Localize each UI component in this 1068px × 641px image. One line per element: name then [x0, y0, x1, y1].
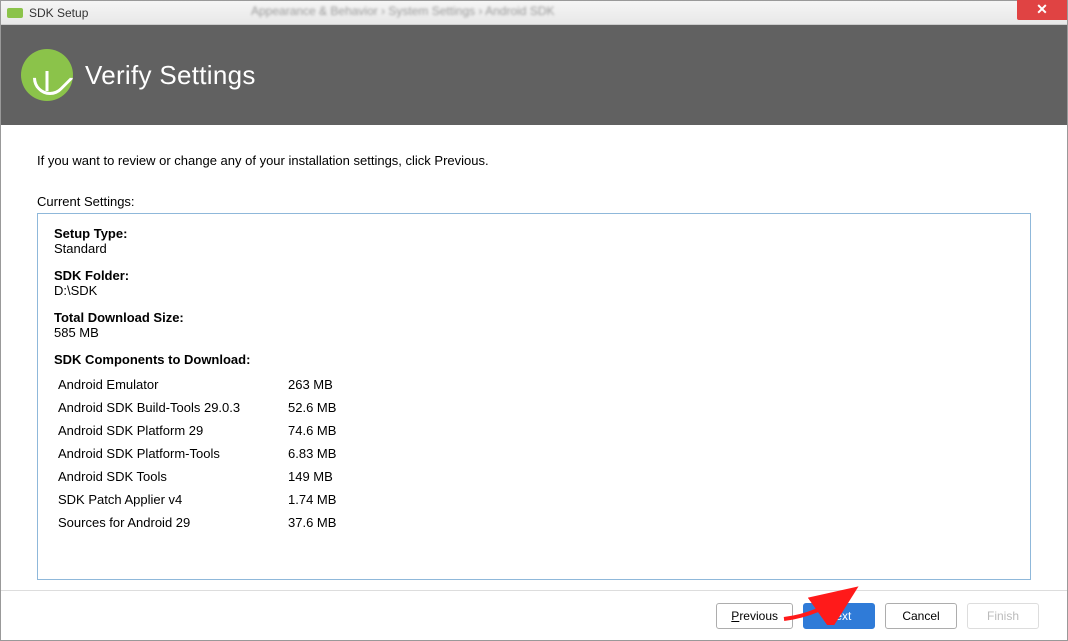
table-row: Android SDK Tools149 MB: [54, 465, 344, 488]
table-row: Sources for Android 2937.6 MB: [54, 511, 344, 534]
instruction-text: If you want to review or change any of y…: [37, 153, 1031, 168]
android-studio-logo-icon: [21, 49, 73, 101]
component-size: 37.6 MB: [284, 511, 344, 534]
close-button[interactable]: ✕: [1017, 0, 1067, 20]
settings-box[interactable]: Setup Type: Standard SDK Folder: D:\SDK …: [37, 213, 1031, 580]
page-title: Verify Settings: [85, 60, 256, 91]
titlebar: SDK Setup Appearance & Behavior › System…: [1, 1, 1067, 25]
table-row: Android SDK Platform-Tools6.83 MB: [54, 442, 344, 465]
table-row: Android Emulator263 MB: [54, 373, 344, 396]
component-name: Android SDK Platform-Tools: [54, 442, 284, 465]
next-button[interactable]: Next: [803, 603, 875, 629]
sdk-folder-value: D:\SDK: [54, 283, 1014, 298]
component-name: Android SDK Build-Tools 29.0.3: [54, 396, 284, 419]
header-bar: Verify Settings: [1, 25, 1067, 125]
previous-button[interactable]: Previous: [716, 603, 793, 629]
finish-button: Finish: [967, 603, 1039, 629]
content-area: If you want to review or change any of y…: [1, 125, 1067, 590]
component-size: 74.6 MB: [284, 419, 344, 442]
footer-buttons: Previous Next Cancel Finish: [1, 590, 1067, 640]
setup-type-label: Setup Type:: [54, 226, 1014, 241]
download-size-label: Total Download Size:: [54, 310, 1014, 325]
component-name: SDK Patch Applier v4: [54, 488, 284, 511]
table-row: SDK Patch Applier v41.74 MB: [54, 488, 344, 511]
setup-type-value: Standard: [54, 241, 1014, 256]
download-size-value: 585 MB: [54, 325, 1014, 340]
component-size: 1.74 MB: [284, 488, 344, 511]
components-table: Android Emulator263 MBAndroid SDK Build-…: [54, 373, 344, 534]
android-icon: [7, 8, 23, 18]
window-title: SDK Setup: [29, 6, 88, 20]
component-name: Android Emulator: [54, 373, 284, 396]
components-label: SDK Components to Download:: [54, 352, 1014, 367]
current-settings-label: Current Settings:: [37, 194, 1031, 209]
component-name: Android SDK Tools: [54, 465, 284, 488]
component-size: 52.6 MB: [284, 396, 344, 419]
component-size: 6.83 MB: [284, 442, 344, 465]
cancel-button[interactable]: Cancel: [885, 603, 957, 629]
breadcrumb-blurred: Appearance & Behavior › System Settings …: [251, 4, 555, 18]
component-name: Sources for Android 29: [54, 511, 284, 534]
component-size: 149 MB: [284, 465, 344, 488]
component-size: 263 MB: [284, 373, 344, 396]
close-icon: ✕: [1036, 1, 1048, 18]
sdk-setup-window: SDK Setup Appearance & Behavior › System…: [0, 0, 1068, 641]
component-name: Android SDK Platform 29: [54, 419, 284, 442]
table-row: Android SDK Platform 2974.6 MB: [54, 419, 344, 442]
sdk-folder-label: SDK Folder:: [54, 268, 1014, 283]
table-row: Android SDK Build-Tools 29.0.352.6 MB: [54, 396, 344, 419]
